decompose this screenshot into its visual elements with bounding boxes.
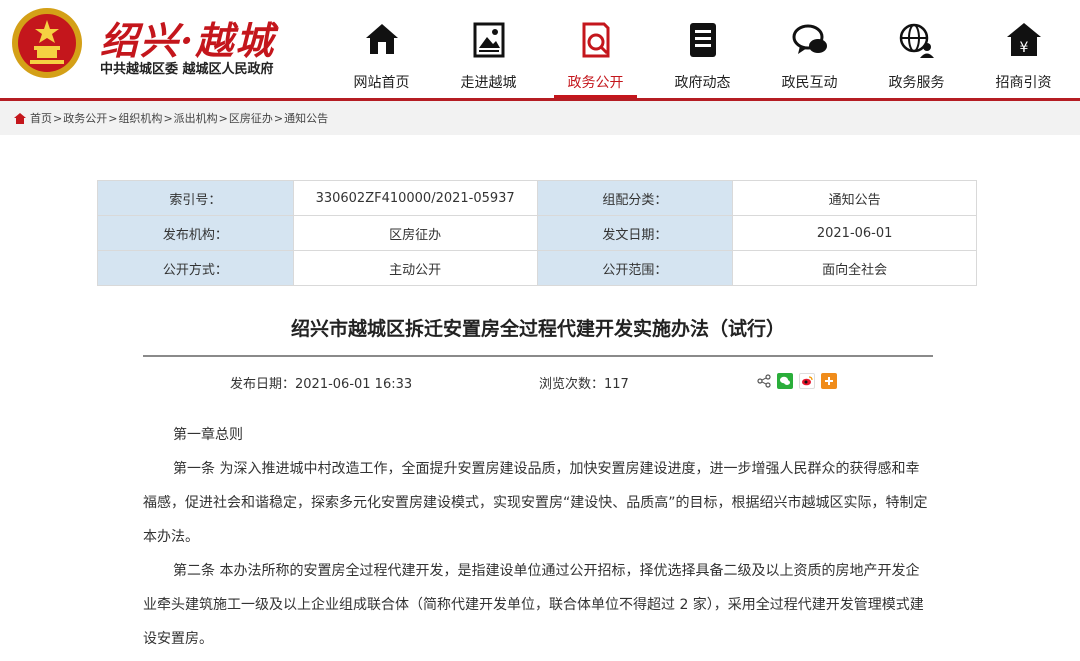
nav-label: 政民互动	[781, 75, 838, 91]
breadcrumb-item[interactable]: 派出机构	[174, 110, 218, 126]
document-info-table: 索引号： 330602ZF410000/2021-05937 组配分类： 通知公…	[97, 180, 977, 286]
chapter-heading: 第一章总则	[173, 427, 243, 443]
nav-label: 招商引资	[995, 75, 1052, 91]
nav-item-home[interactable]: 网站首页	[328, 0, 435, 98]
mode-value: 主动公开	[292, 250, 538, 286]
home-icon	[14, 112, 26, 124]
table-row: 索引号： 330602ZF410000/2021-05937 组配分类： 通知公…	[97, 180, 977, 216]
picture-icon	[473, 22, 504, 58]
nav-item-about[interactable]: 走进越城	[435, 0, 542, 98]
globe-user-icon	[899, 23, 934, 58]
nav-label: 政务公开	[567, 75, 624, 91]
share-bar	[757, 373, 837, 389]
scope-label: 公开范围：	[536, 250, 734, 286]
nav-item-investment[interactable]: ¥ 招商引资	[970, 0, 1077, 98]
mode-label: 公开方式：	[97, 250, 294, 286]
breadcrumb-home[interactable]: 首页	[30, 110, 52, 126]
wechat-icon[interactable]	[777, 373, 793, 389]
date-value: 2021-06-01	[732, 215, 977, 251]
svg-text:¥: ¥	[1019, 40, 1028, 56]
breadcrumb-item[interactable]: 组织机构	[118, 110, 162, 126]
category-value: 通知公告	[732, 180, 977, 216]
weibo-icon[interactable]	[799, 373, 815, 389]
index-value: 330602ZF410000/2021-05937	[292, 180, 538, 216]
main-nav: 网站首页 走进越城 政务公开 政府动态 政民互动 政务服务 ¥ 招商引资	[328, 0, 1077, 98]
chat-icon	[792, 24, 827, 54]
article-title: 绍兴市越城区拆迁安置房全过程代建开发实施办法（试行）	[290, 318, 785, 340]
table-row: 公开方式： 主动公开 公开范围： 面向全社会	[97, 250, 977, 286]
nav-label: 走进越城	[460, 75, 517, 91]
title-divider	[143, 355, 933, 357]
breadcrumb-item[interactable]: 政务公开	[63, 110, 107, 126]
index-label: 索引号：	[97, 180, 294, 216]
date-label: 发文日期：	[536, 215, 734, 251]
article-paragraph: 第一条 为深入推进城中村改造工作，全面提升安置房建设品质，加快安置房建设进度，进…	[143, 461, 928, 545]
home-icon	[365, 24, 398, 54]
site-header: 绍兴·越城 中共越城区委 越城区人民政府 网站首页 走进越城 政务公开 政府动态…	[0, 0, 1080, 98]
org-value: 区房征办	[292, 215, 538, 251]
scope-value: 面向全社会	[732, 250, 977, 286]
org-label: 发布机构：	[97, 215, 294, 251]
nav-label: 政府动态	[674, 75, 731, 91]
view-count: 浏览次数：117	[539, 377, 629, 392]
site-subtitle: 中共越城区委 越城区人民政府	[100, 62, 274, 77]
yen-house-icon: ¥	[1006, 23, 1041, 56]
site-name[interactable]: 绍兴·越城	[100, 10, 275, 65]
nav-item-services[interactable]: 政务服务	[863, 0, 970, 98]
share-icon[interactable]	[757, 374, 771, 388]
article-body: 第一章总则 第一条 为深入推进城中村改造工作，全面提升安置房建设品质，加快安置房…	[143, 418, 933, 656]
news-icon	[689, 23, 716, 57]
nav-item-news[interactable]: 政府动态	[649, 0, 756, 98]
article-paragraph: 第二条 本办法所称的安置房全过程代建开发，是指建设单位通过公开招标，择优选择具备…	[143, 563, 924, 647]
nav-item-interaction[interactable]: 政民互动	[756, 0, 863, 98]
nav-item-gov-affairs[interactable]: 政务公开	[542, 0, 649, 98]
national-emblem-icon	[12, 8, 82, 78]
breadcrumb-item[interactable]: 通知公告	[284, 110, 328, 126]
publish-date: 发布日期：2021-06-01 16:33	[230, 377, 413, 392]
table-row: 发布机构： 区房征办 发文日期： 2021-06-01	[97, 215, 977, 251]
breadcrumb: 首页 > 政务公开 > 组织机构 > 派出机构 > 区房征办 > 通知公告	[0, 101, 1080, 135]
document-search-icon	[582, 22, 609, 58]
nav-label: 网站首页	[353, 75, 410, 91]
breadcrumb-item[interactable]: 区房征办	[229, 110, 273, 126]
more-share-icon[interactable]	[821, 373, 837, 389]
category-label: 组配分类：	[536, 180, 734, 216]
nav-label: 政务服务	[888, 75, 945, 91]
